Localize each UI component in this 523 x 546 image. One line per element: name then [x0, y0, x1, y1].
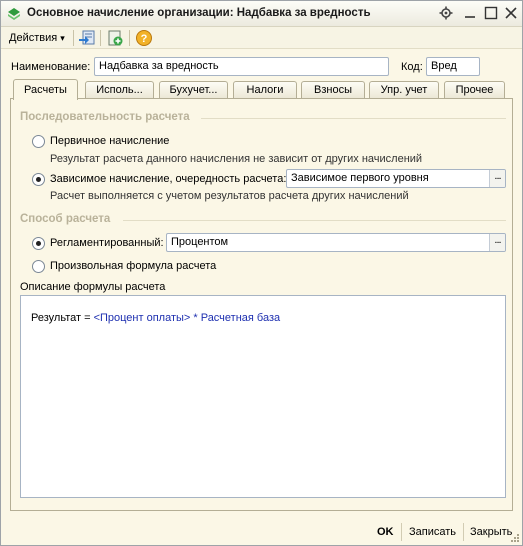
close-button[interactable]: Закрыть	[470, 525, 512, 539]
calculation-order-value: Зависимое первого уровня	[291, 172, 429, 184]
radio-selected-dot	[36, 241, 41, 246]
actions-menu[interactable]: Действия ▾	[5, 30, 69, 46]
tab-accounting[interactable]: Бухучет...	[159, 81, 228, 98]
regulated-method-value: Процентом	[171, 236, 229, 248]
add-document-icon[interactable]	[106, 29, 124, 47]
tab-other[interactable]: Прочее	[444, 81, 505, 98]
toolbar-separator	[129, 30, 130, 46]
code-field-value: Вред	[431, 60, 457, 72]
formula-parameter: <Процент оплаты>	[93, 312, 191, 324]
title-bar[interactable]: Основное начисление организации: Надбавк…	[1, 1, 522, 27]
free-formula-label[interactable]: Произвольная формула расчета	[50, 259, 216, 273]
name-field-value: Надбавка за вредность	[99, 60, 219, 72]
tab-taxes[interactable]: Налоги	[233, 81, 297, 98]
window-title: Основное начисление организации: Надбавк…	[27, 7, 371, 19]
bottom-bar: OK Записать Закрыть	[1, 519, 522, 545]
save-button[interactable]: Записать	[409, 525, 456, 539]
minimize-icon[interactable]	[463, 6, 477, 20]
formula-base-text: * Расчетная база	[190, 312, 281, 324]
close-icon[interactable]	[504, 6, 518, 20]
primary-accrual-radio[interactable]	[32, 135, 45, 148]
dependent-accrual-description: Расчет выполняется с учетом результатов …	[50, 190, 409, 202]
section-divider	[123, 220, 506, 221]
toolbar-separator	[100, 30, 101, 46]
dependent-accrual-label[interactable]: Зависимое начисление, очередность расчет…	[50, 172, 286, 186]
primary-accrual-description: Результат расчета данного начисления не …	[50, 153, 423, 165]
regulated-method-radio[interactable]	[32, 237, 45, 250]
resize-grip-icon[interactable]	[509, 532, 520, 543]
select-method-button[interactable]: ...	[489, 234, 505, 251]
method-section-title: Способ расчета	[20, 213, 111, 225]
button-separator	[463, 523, 464, 541]
dependent-accrual-radio[interactable]	[32, 173, 45, 186]
svg-text:?: ?	[141, 33, 148, 45]
radio-selected-dot	[36, 177, 41, 182]
select-order-button[interactable]: ...	[489, 170, 505, 187]
primary-accrual-label[interactable]: Первичное начисление	[50, 134, 169, 148]
form-window: Основное начисление организации: Надбавк…	[0, 0, 523, 546]
name-field[interactable]: Надбавка за вредность	[94, 57, 389, 76]
free-formula-radio[interactable]	[32, 260, 45, 273]
maximize-icon[interactable]	[484, 6, 498, 20]
code-field[interactable]: Вред	[426, 57, 480, 76]
regulated-method-label[interactable]: Регламентированный:	[50, 236, 164, 250]
move-into-group-icon[interactable]	[78, 29, 96, 47]
formula-result-text: Результат =	[31, 312, 94, 324]
toolbar-separator	[73, 30, 74, 46]
tab-contributions[interactable]: Взносы	[301, 81, 365, 98]
regulated-method-field[interactable]: Процентом ...	[166, 233, 506, 252]
button-separator	[401, 523, 402, 541]
tab-calculations[interactable]: Расчеты	[13, 79, 78, 100]
calculation-order-field[interactable]: Зависимое первого уровня ...	[286, 169, 506, 188]
settings-icon[interactable]	[439, 6, 453, 20]
formula-text: Результат = <Процент оплаты> * Расчетная…	[31, 312, 280, 324]
formula-description-label: Описание формулы расчета	[20, 281, 166, 293]
tab-usage[interactable]: Исполь...	[85, 81, 154, 98]
formula-description-box[interactable]: Результат = <Процент оплаты> * Расчетная…	[20, 295, 506, 498]
name-label: Наименование:	[11, 61, 91, 73]
ok-button[interactable]: OK	[377, 525, 394, 539]
app-logo-icon	[8, 8, 20, 20]
toolbar: Действия ▾ ?	[1, 27, 522, 49]
code-label: Код:	[401, 61, 423, 73]
help-icon[interactable]: ?	[135, 29, 153, 47]
section-divider	[201, 118, 506, 119]
chevron-down-icon: ▾	[60, 33, 65, 43]
actions-label: Действия	[9, 32, 58, 44]
tab-management-accounting[interactable]: Упр. учет	[369, 81, 439, 98]
sequence-section-title: Последовательность расчета	[20, 111, 190, 123]
